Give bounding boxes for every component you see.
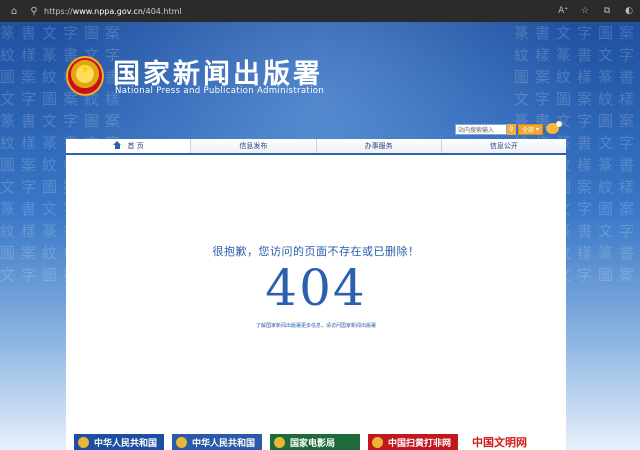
url-path: /404.html <box>142 6 182 16</box>
link-banner-label: 中国扫黄打非网 <box>388 438 452 449</box>
tab-information-disclosure-label: 信息公开 <box>489 142 518 150</box>
link-banner-label: 中国文明网 <box>472 436 527 449</box>
address-bar[interactable]: https://www.nppa.gov.cn/404.html <box>44 4 552 18</box>
site-info-icon[interactable]: ⚲ <box>28 6 40 17</box>
browser-toolbar: ⌂ ⚲ https://www.nppa.gov.cn/404.html Aᐩ … <box>0 0 640 22</box>
site-search: ⚲ 全部 ▾ <box>455 124 543 135</box>
related-links: 中华人民共和国 中华人民共和国 国家电影局 中国扫黄打非网 中国文明网 <box>74 434 556 450</box>
tab-information-disclosure[interactable]: 信息公开 <box>442 139 566 153</box>
main-nav: 首 页 信息发布 办事服务 信息公开 <box>66 139 566 155</box>
link-banner-gov[interactable]: 中华人民共和国 <box>74 434 164 450</box>
weibo-icon[interactable] <box>546 121 562 134</box>
search-scope-dropdown[interactable]: 全部 ▾ <box>518 124 543 135</box>
film-emblem-icon <box>274 437 285 448</box>
home-icon <box>112 141 122 149</box>
home-icon[interactable]: ⌂ <box>8 6 20 17</box>
error-code: 404 <box>265 259 367 317</box>
national-emblem-icon <box>66 56 104 96</box>
emblem-icon <box>176 437 187 448</box>
copilot-icon[interactable]: ◐ <box>618 6 640 16</box>
link-banner-wenming[interactable]: 中国文明网 <box>466 434 556 450</box>
url-prefix: https:// <box>44 6 73 16</box>
tab-home-label: 首 页 <box>127 142 144 150</box>
search-icon[interactable]: ⚲ <box>507 124 516 135</box>
search-input[interactable] <box>455 124 507 135</box>
link-banner-film[interactable]: 国家电影局 <box>270 434 360 450</box>
error-message: 很抱歉，您访问的页面不存在或已删除！ <box>212 245 420 258</box>
shdf-emblem-icon <box>372 437 383 448</box>
error-hint-link[interactable]: 了解国家新闻出版署更多信息，请访问国家新闻出版署 <box>66 322 566 329</box>
link-banner-shdf[interactable]: 中国扫黄打非网 <box>368 434 458 450</box>
tab-home[interactable]: 首 页 <box>66 139 192 153</box>
tab-services-label: 办事服务 <box>364 142 393 150</box>
favorite-star-icon[interactable]: ☆ <box>574 6 596 16</box>
extensions-icon[interactable]: ⧉ <box>596 6 618 16</box>
emblem-icon <box>78 437 89 448</box>
content-panel: 首 页 信息发布 办事服务 信息公开 很抱歉，您访问的页面不存在或已删除！ 40… <box>66 139 566 450</box>
tab-information-release-label: 信息发布 <box>239 142 268 150</box>
link-banner-gov-2[interactable]: 中华人民共和国 <box>172 434 262 450</box>
link-banner-label: 中华人民共和国 <box>192 438 256 449</box>
search-scope-label: 全部 <box>522 127 535 134</box>
url-host: www.nppa.gov.cn <box>72 6 143 16</box>
tab-services[interactable]: 办事服务 <box>317 139 442 153</box>
link-banner-label: 中华人民共和国 <box>94 438 158 449</box>
read-aloud-icon[interactable]: Aᐩ <box>552 6 574 16</box>
link-banner-label: 国家电影局 <box>290 438 336 449</box>
tab-information-release[interactable]: 信息发布 <box>191 139 317 153</box>
site-subtitle: National Press and Publication Administr… <box>115 86 325 96</box>
